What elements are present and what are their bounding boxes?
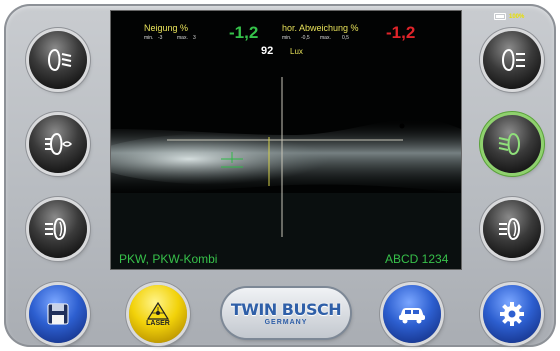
lux-unit: Lux [290,47,303,56]
floppy-disk-icon [47,303,69,325]
gear-icon [500,302,524,326]
rear-fog-light-right-button[interactable] [483,200,541,258]
abweichung-value: -1,2 [386,23,416,42]
low-beam-right-button[interactable] [483,31,541,89]
low-beam-icon [48,48,72,72]
low-beam-button[interactable] [29,31,87,89]
rear-fog-light-icon [499,217,520,241]
low-beam-active-button[interactable] [483,115,541,173]
abweichung-min: -0,5 [301,35,310,41]
rear-fog-light-button[interactable] [29,200,87,258]
laser-button[interactable]: LASER [129,285,187,343]
neigung-label: Neigung % [144,23,189,33]
battery-icon [494,13,506,20]
laser-warning-icon [146,301,169,320]
neigung-min: -3 [158,35,163,41]
vehicle-type-label: PKW, PKW-Kombi [119,252,218,266]
neigung-max-label: max. [177,35,188,41]
abweichung-min-label: min. [282,35,292,41]
low-beam-active-icon [498,132,520,156]
logo-name: TWIN BUSCH [230,300,342,319]
low-beam-icon [502,48,525,72]
camera-image [111,11,461,269]
battery-level: 100% [509,13,525,20]
rear-fog-light-icon [45,217,66,241]
front-fog-light-icon [45,132,73,156]
abweichung-max-label: max. [320,35,331,41]
neigung-max: 3 [193,35,196,41]
logo-subtitle: GERMANY [264,319,308,326]
car-icon [399,308,425,324]
battery-indicator: 100% [494,13,524,20]
twin-busch-logo: TWIN BUSCH GERMANY [222,288,350,338]
laser-label: LASER [146,319,170,327]
front-fog-light-button[interactable] [29,115,87,173]
camera-view: Neigung % min. -3 max. 3 -1,2 hor. Abwei… [111,11,461,269]
lux-value: 92 [261,45,274,57]
neigung-min-label: min. [144,35,154,41]
settings-button[interactable] [483,285,541,343]
save-button[interactable] [29,285,87,343]
vehicle-button[interactable] [383,285,441,343]
license-plate-label: ABCD 1234 [385,252,449,266]
abweichung-label: hor. Abweichung % [282,23,359,33]
abweichung-max: 0,5 [342,35,349,41]
neigung-value: -1,2 [229,23,259,42]
